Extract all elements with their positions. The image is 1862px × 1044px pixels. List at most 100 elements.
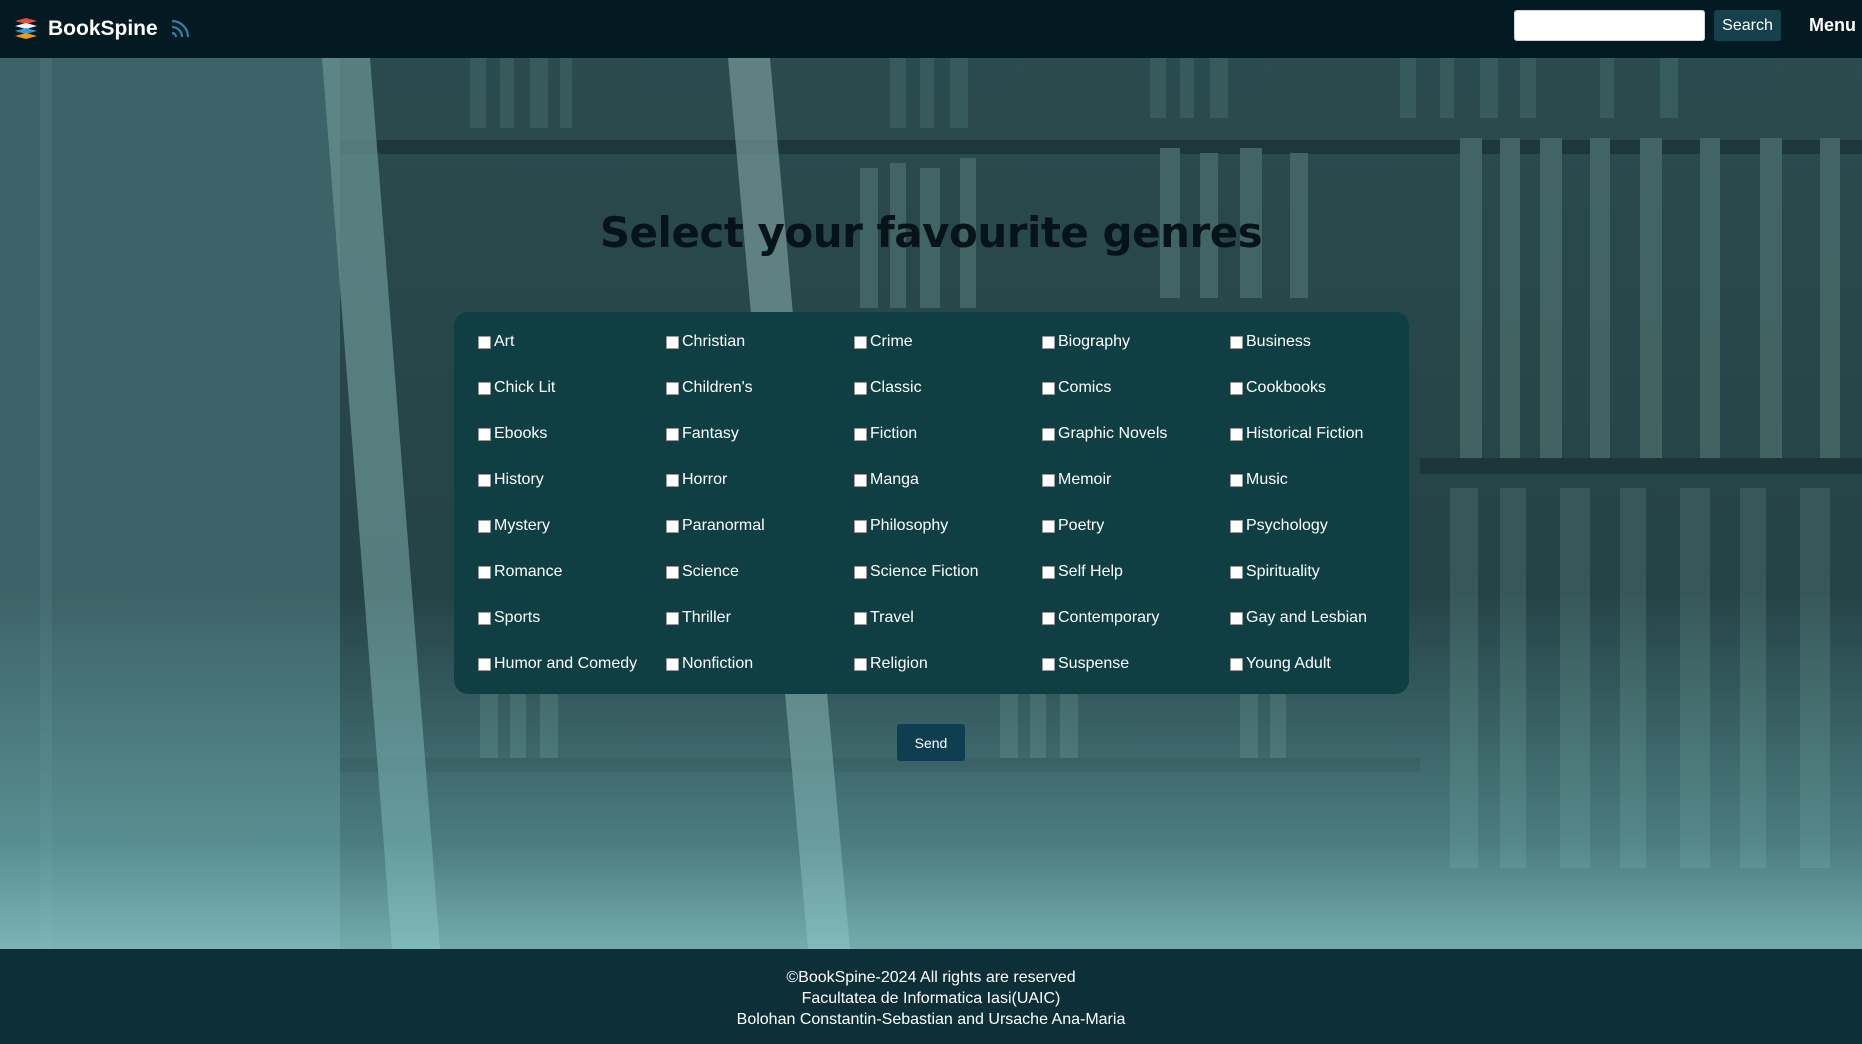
footer: ©BookSpine-2024 All rights are reserved … <box>0 949 1862 1044</box>
genre-checkbox[interactable] <box>478 427 491 441</box>
genre-checkbox[interactable] <box>854 427 867 441</box>
genre-label: Gay and Lesbian <box>1246 609 1367 626</box>
genre-checkbox[interactable] <box>666 381 679 395</box>
genre-checkbox[interactable] <box>1042 519 1055 533</box>
genre-checkbox[interactable] <box>666 657 679 671</box>
genre-checkbox[interactable] <box>478 335 491 349</box>
genre-option[interactable]: Poetry <box>1042 514 1230 538</box>
genre-option[interactable]: Nonfiction <box>666 652 854 676</box>
genre-checkbox[interactable] <box>666 565 679 579</box>
genre-option[interactable]: Thriller <box>666 606 854 630</box>
genre-option[interactable]: Chick Lit <box>478 376 666 400</box>
genre-checkbox[interactable] <box>854 473 867 487</box>
genre-checkbox[interactable] <box>1042 427 1055 441</box>
genre-option[interactable]: Religion <box>854 652 1042 676</box>
genre-checkbox[interactable] <box>854 335 867 349</box>
genre-checkbox[interactable] <box>478 565 491 579</box>
genre-option[interactable]: Comics <box>1042 376 1230 400</box>
genre-option[interactable]: Ebooks <box>478 422 666 446</box>
genre-checkbox[interactable] <box>1230 611 1243 625</box>
genre-option[interactable]: Young Adult <box>1230 652 1418 676</box>
genre-checkbox[interactable] <box>854 565 867 579</box>
genre-checkbox[interactable] <box>666 427 679 441</box>
genre-option[interactable]: Crime <box>854 330 1042 354</box>
genre-label: Art <box>494 333 515 350</box>
genre-checkbox[interactable] <box>478 657 491 671</box>
genre-option[interactable]: Cookbooks <box>1230 376 1418 400</box>
genre-option[interactable]: Music <box>1230 468 1418 492</box>
genre-checkbox[interactable] <box>1230 657 1243 671</box>
genre-option[interactable]: Fiction <box>854 422 1042 446</box>
genre-checkbox[interactable] <box>1042 335 1055 349</box>
genre-checkbox[interactable] <box>1042 381 1055 395</box>
genre-option[interactable]: Paranormal <box>666 514 854 538</box>
genre-checkbox[interactable] <box>854 381 867 395</box>
genre-option[interactable]: Manga <box>854 468 1042 492</box>
genre-option[interactable]: Christian <box>666 330 854 354</box>
genre-checkbox[interactable] <box>854 657 867 671</box>
genre-checkbox[interactable] <box>478 381 491 395</box>
genre-checkbox[interactable] <box>1230 335 1243 349</box>
footer-authors: Bolohan Constantin-Sebastian and Ursache… <box>736 1011 1126 1028</box>
genre-option[interactable]: Spirituality <box>1230 560 1418 584</box>
genre-option[interactable]: Fantasy <box>666 422 854 446</box>
genre-option[interactable]: Children's <box>666 376 854 400</box>
genre-checkbox[interactable] <box>666 519 679 533</box>
genre-label: Spirituality <box>1246 563 1320 580</box>
genre-option[interactable]: Memoir <box>1042 468 1230 492</box>
top-navbar: BookSpine Search Menu <box>0 0 1862 58</box>
genre-label: Travel <box>870 609 914 626</box>
genre-option[interactable]: Travel <box>854 606 1042 630</box>
genre-option[interactable]: Suspense <box>1042 652 1230 676</box>
genre-checkbox[interactable] <box>1042 473 1055 487</box>
genre-label: Philosophy <box>870 517 949 534</box>
genre-option[interactable]: Science Fiction <box>854 560 1042 584</box>
genre-checkbox[interactable] <box>478 611 491 625</box>
genre-option[interactable]: Psychology <box>1230 514 1418 538</box>
genre-label: Suspense <box>1058 655 1130 672</box>
genre-checkbox[interactable] <box>1230 427 1243 441</box>
genre-checkbox[interactable] <box>1230 381 1243 395</box>
genre-option[interactable]: Art <box>478 330 666 354</box>
genre-option[interactable]: Classic <box>854 376 1042 400</box>
genre-label: Chick Lit <box>494 379 556 396</box>
genre-selection-panel: Art Christian Crime Biography Business Chick … <box>454 312 1409 694</box>
search-button[interactable]: Search <box>1714 10 1781 41</box>
genre-checkbox[interactable] <box>854 519 867 533</box>
menu-button[interactable]: Menu <box>1800 10 1856 41</box>
genre-option[interactable]: History <box>478 468 666 492</box>
genre-checkbox[interactable] <box>478 473 491 487</box>
genre-option[interactable]: Philosophy <box>854 514 1042 538</box>
genre-checkbox[interactable] <box>1042 611 1055 625</box>
send-button[interactable]: Send <box>897 724 965 761</box>
genre-option[interactable]: Gay and Lesbian <box>1230 606 1418 630</box>
genre-option[interactable]: Business <box>1230 330 1418 354</box>
genre-label: Manga <box>870 471 919 488</box>
genre-option[interactable]: Romance <box>478 560 666 584</box>
genre-option[interactable]: Biography <box>1042 330 1230 354</box>
brand[interactable]: BookSpine <box>12 0 192 58</box>
genre-checkbox[interactable] <box>1042 657 1055 671</box>
genre-checkbox[interactable] <box>666 335 679 349</box>
genre-checkbox[interactable] <box>1230 473 1243 487</box>
genre-option[interactable]: Horror <box>666 468 854 492</box>
genre-label: Biography <box>1058 333 1131 350</box>
genre-option[interactable]: Sports <box>478 606 666 630</box>
genre-checkbox[interactable] <box>1230 565 1243 579</box>
genre-checkbox[interactable] <box>854 611 867 625</box>
genre-option[interactable]: Historical Fiction <box>1230 422 1418 446</box>
genre-checkbox[interactable] <box>478 519 491 533</box>
genre-checkbox[interactable] <box>666 611 679 625</box>
genre-checkbox[interactable] <box>1230 519 1243 533</box>
genre-option[interactable]: Science <box>666 560 854 584</box>
genre-checkbox[interactable] <box>1042 565 1055 579</box>
genre-option[interactable]: Contemporary <box>1042 606 1230 630</box>
search-input[interactable] <box>1514 10 1705 41</box>
genre-checkbox[interactable] <box>666 473 679 487</box>
genre-label: History <box>494 471 544 488</box>
rss-feed-icon[interactable] <box>168 17 192 41</box>
genre-option[interactable]: Humor and Comedy <box>478 652 666 676</box>
genre-option[interactable]: Mystery <box>478 514 666 538</box>
genre-option[interactable]: Self Help <box>1042 560 1230 584</box>
genre-option[interactable]: Graphic Novels <box>1042 422 1230 446</box>
